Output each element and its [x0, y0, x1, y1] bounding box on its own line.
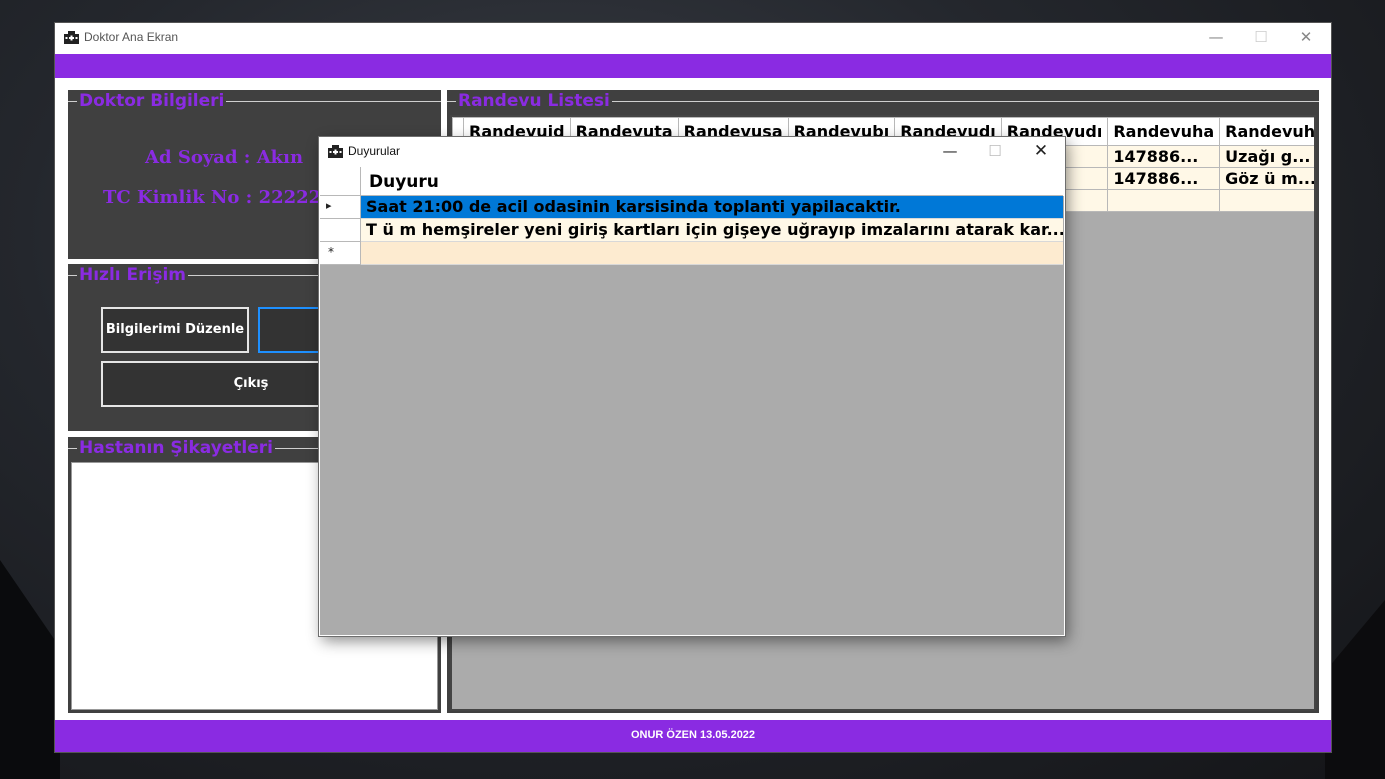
- dialog-titlebar: Duyurular — ☐ ✕: [319, 137, 1065, 166]
- table-row[interactable]: T ü m hemşireler yeni giriş kartları içi…: [320, 219, 1064, 242]
- new-row[interactable]: *: [320, 242, 1064, 265]
- main-titlebar: Doktor Ana Ekran — ☐ ✕: [55, 23, 1331, 53]
- duyuru-cell[interactable]: [361, 242, 1063, 265]
- row-header[interactable]: *: [320, 242, 361, 265]
- table-cell[interactable]: 147886...: [1107, 145, 1221, 168]
- duyurular-dialog: Duyurular — ☐ ✕ Duyuru ▸ Saat 21:00 de a…: [319, 137, 1065, 636]
- sikayetler-title: Hastanın Şikayetleri: [77, 437, 275, 459]
- hospital-icon: [64, 31, 79, 44]
- background-mountain-right: [1325, 600, 1385, 779]
- maximize-button[interactable]: ☐: [1238, 23, 1284, 53]
- row-header[interactable]: [320, 219, 361, 242]
- duyuru-cell[interactable]: Saat 21:00 de acil odasinin karsisinda t…: [361, 196, 1063, 219]
- new-row-asterisk-icon: *: [328, 245, 334, 259]
- hospital-icon: [328, 145, 343, 158]
- dialog-minimize-button[interactable]: —: [927, 137, 973, 167]
- row-header[interactable]: ▸: [320, 196, 361, 219]
- table-cell[interactable]: 147886...: [1107, 167, 1221, 190]
- dialog-title: Duyurular: [348, 144, 401, 158]
- tc-kimlik-label: TC Kimlik No : 22222: [103, 187, 322, 208]
- duyuru-header-row: Duyuru: [320, 167, 1064, 196]
- doktor-bilgileri-title: Doktor Bilgileri: [77, 90, 227, 112]
- column-header[interactable]: Randevuha: [1219, 117, 1314, 146]
- minimize-button[interactable]: —: [1193, 23, 1239, 53]
- row-header-corner: [320, 167, 361, 196]
- dialog-maximize-button[interactable]: ☐: [972, 137, 1018, 167]
- main-window-title: Doktor Ana Ekran: [84, 30, 179, 44]
- ad-soyad-label: Ad Soyad : Akın: [145, 147, 304, 168]
- table-row[interactable]: ▸ Saat 21:00 de acil odasinin karsisinda…: [320, 196, 1064, 219]
- footer-bar: ONUR ÖZEN 13.05.2022: [55, 720, 1331, 752]
- duyuru-datagrid[interactable]: Duyuru ▸ Saat 21:00 de acil odasinin kar…: [320, 167, 1064, 635]
- column-header[interactable]: Randevuha: [1107, 117, 1221, 146]
- table-cell[interactable]: Göz ü m...: [1219, 167, 1314, 190]
- table-cell[interactable]: Uzağı g...: [1219, 145, 1314, 168]
- randevu-listesi-title: Randevu Listesi: [456, 90, 612, 112]
- current-row-arrow-icon: ▸: [326, 199, 332, 212]
- dialog-close-button[interactable]: ✕: [1018, 137, 1064, 167]
- hizli-erisim-title: Hızlı Erişim: [77, 264, 189, 286]
- duyuru-cell[interactable]: T ü m hemşireler yeni giriş kartları içi…: [361, 219, 1063, 242]
- header-bar: [55, 54, 1331, 78]
- close-button[interactable]: ✕: [1283, 23, 1329, 53]
- bilgilerimi-duzenle-button[interactable]: Bilgilerimi Düzenle: [101, 307, 249, 353]
- duyuru-column-header[interactable]: Duyuru: [361, 167, 1063, 196]
- background-mountain-left: [0, 560, 60, 779]
